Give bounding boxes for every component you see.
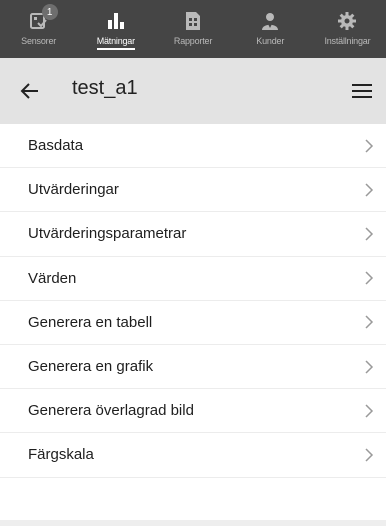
list-item-label: Utvärderingar — [28, 181, 119, 199]
list-item-basdata[interactable]: Basdata — [0, 124, 386, 169]
list-item-fargskala[interactable]: Färgskala — [0, 433, 386, 478]
chevron-right-icon — [365, 404, 374, 418]
tab-installningar[interactable]: Inställningar — [309, 0, 386, 58]
bar-chart-icon — [105, 10, 127, 32]
tab-matningar[interactable]: Mätningar — [77, 0, 154, 58]
tab-label: Inställningar — [324, 36, 371, 46]
chevron-right-icon — [365, 183, 374, 197]
list-item-utvarderingar[interactable]: Utvärderingar — [0, 168, 386, 213]
list-item-label: Utvärderingsparametrar — [28, 225, 187, 243]
menu-list: Basdata Utvärderingar Utvärderingsparame… — [0, 124, 386, 478]
footer-strip — [0, 520, 386, 526]
top-tab-bar: 1 Sensorer Mätningar Rapporter Kunder In… — [0, 0, 386, 58]
chevron-right-icon — [365, 315, 374, 329]
tab-kunder[interactable]: Kunder — [232, 0, 309, 58]
tab-rapporter[interactable]: Rapporter — [154, 0, 231, 58]
sensor-icon: 1 — [28, 4, 58, 32]
list-item-varden[interactable]: Värden — [0, 257, 386, 301]
list-item-label: Basdata — [28, 137, 84, 155]
list-item-utvarderingsparametrar[interactable]: Utvärderingsparametrar — [0, 212, 386, 257]
hamburger-menu-icon[interactable] — [350, 80, 374, 102]
list-item-label: Färgskala — [28, 446, 94, 464]
list-item-label: Generera en tabell — [28, 313, 153, 331]
chevron-right-icon — [365, 271, 374, 285]
chevron-right-icon — [365, 227, 374, 241]
list-item-label: Värden — [28, 269, 77, 287]
tab-label: Kunder — [256, 36, 285, 46]
list-item-generera-overlagrad-bild[interactable]: Generera överlagrad bild — [0, 389, 386, 434]
notification-badge: 1 — [41, 4, 58, 20]
tab-label: Mätningar — [96, 36, 135, 50]
chevron-right-icon — [365, 448, 374, 462]
list-item-label: Generera överlagrad bild — [28, 402, 194, 420]
gear-icon — [336, 10, 358, 32]
list-item-label: Generera en grafik — [28, 358, 154, 376]
page-header: test_a1 — [0, 58, 386, 124]
tab-label: Sensorer — [21, 36, 57, 46]
page-title: test_a1 — [72, 77, 138, 99]
list-item-generera-tabell[interactable]: Generera en tabell — [0, 301, 386, 345]
chevron-right-icon — [365, 139, 374, 153]
report-icon — [182, 10, 204, 32]
back-arrow-icon[interactable] — [18, 79, 42, 103]
tab-label: Rapporter — [173, 36, 213, 46]
customer-icon — [259, 10, 281, 32]
list-item-generera-grafik[interactable]: Generera en grafik — [0, 345, 386, 390]
chevron-right-icon — [365, 360, 374, 374]
tab-sensorer[interactable]: 1 Sensorer — [0, 0, 77, 58]
